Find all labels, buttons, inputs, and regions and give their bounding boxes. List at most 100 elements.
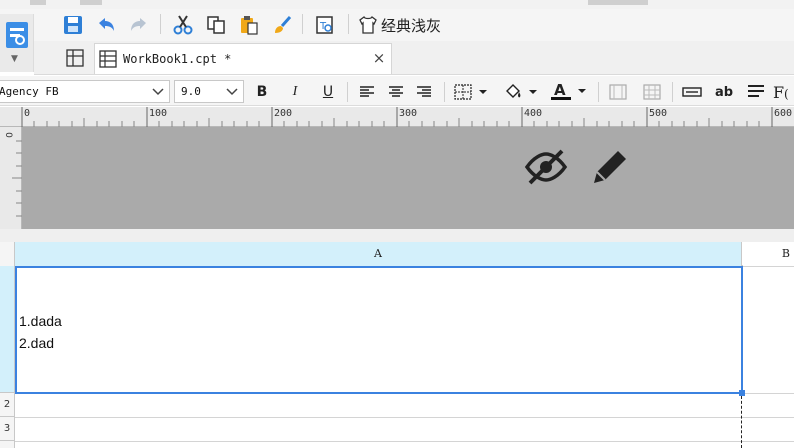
preview-button[interactable]: T xyxy=(312,12,338,38)
grid-line xyxy=(15,417,794,418)
theme-style-label: 经典浅灰 xyxy=(381,16,442,35)
align-right-icon xyxy=(417,86,431,97)
align-center-button[interactable] xyxy=(384,80,408,104)
border-button[interactable] xyxy=(452,80,490,104)
redo-icon xyxy=(131,18,146,31)
grid-line xyxy=(743,393,794,394)
ruler-mark: 500 xyxy=(649,108,668,119)
align-left-icon xyxy=(360,86,374,97)
undo-icon xyxy=(99,18,114,31)
toolbar-separator xyxy=(302,14,303,34)
formula-icon: F( xyxy=(773,83,789,101)
font-size-select[interactable]: 9.0 xyxy=(174,80,244,103)
tab-label: WorkBook1.cpt * xyxy=(123,52,232,66)
pencil-icon[interactable] xyxy=(588,147,632,190)
redo-button[interactable] xyxy=(126,12,152,38)
textbox-icon xyxy=(682,87,702,97)
format-painter-button[interactable] xyxy=(269,12,295,38)
paste-icon xyxy=(241,16,258,35)
select-all-corner[interactable] xyxy=(0,242,15,266)
bold-button[interactable]: B xyxy=(250,80,274,104)
toolbar-separator xyxy=(598,82,599,102)
row-header-4[interactable] xyxy=(0,441,15,448)
paste-button[interactable] xyxy=(236,12,262,38)
align-center-icon xyxy=(389,86,403,97)
save-icon xyxy=(64,16,82,34)
font-color-icon: A xyxy=(551,82,586,100)
copy-button[interactable] xyxy=(203,12,229,38)
row-header-3[interactable]: 3 xyxy=(0,417,15,441)
shirt-icon xyxy=(359,16,377,34)
underline-button[interactable]: U xyxy=(316,80,340,104)
align-left-button[interactable] xyxy=(355,80,379,104)
close-icon[interactable]: × xyxy=(371,49,387,67)
ruler-mark: 300 xyxy=(399,108,418,119)
preview-icon: T xyxy=(316,16,333,34)
border-icon xyxy=(454,84,487,100)
toolbar-separator xyxy=(348,14,349,34)
toolbar-separator xyxy=(672,82,673,102)
new-workbook-button[interactable] xyxy=(62,46,88,70)
row-header-2[interactable]: 2 xyxy=(0,393,15,417)
cut-button[interactable] xyxy=(170,12,196,38)
chevron-down-icon xyxy=(221,81,243,102)
svg-text:F: F xyxy=(773,83,784,101)
ruler-mark: 600 xyxy=(774,108,793,119)
vertical-ruler: 0 xyxy=(0,127,22,229)
cell-a1[interactable]: 1.dada 2.dad xyxy=(15,266,743,394)
formula-button[interactable]: F( xyxy=(772,80,794,104)
insert-textbox-button[interactable] xyxy=(680,80,704,104)
theme-style-button[interactable]: 经典浅灰 xyxy=(358,12,441,38)
grid-add-icon xyxy=(66,49,84,67)
eye-off-icon[interactable] xyxy=(524,147,568,190)
save-button[interactable] xyxy=(60,12,86,38)
split-cells-button[interactable] xyxy=(640,80,664,104)
tab-workbook1[interactable]: WorkBook1.cpt * × xyxy=(94,43,392,74)
column-header-bar: A B xyxy=(0,242,794,266)
copy-icon xyxy=(207,16,225,34)
row-header-1[interactable] xyxy=(0,266,15,393)
toolbar-separator xyxy=(347,82,348,102)
fill-color-button[interactable] xyxy=(502,80,540,104)
merge-icon xyxy=(609,84,627,100)
title-strip xyxy=(0,0,794,9)
svg-text:(: ( xyxy=(784,87,789,101)
chevron-down-icon xyxy=(147,81,169,102)
app-logo-icon xyxy=(4,20,30,53)
split-icon xyxy=(643,84,661,100)
merge-cells-button[interactable] xyxy=(606,80,630,104)
brush-icon xyxy=(275,16,292,33)
horizontal-ruler: 0 100 200 300 400 500 600 xyxy=(0,107,794,127)
align-right-button[interactable] xyxy=(412,80,436,104)
fill-handle[interactable] xyxy=(739,390,745,396)
chevron-down-icon: ▼ xyxy=(11,54,18,64)
ruler-mark: 0 xyxy=(24,108,31,119)
cell-text-line: 2.dad xyxy=(19,335,55,351)
font-size-value: 9.0 xyxy=(181,85,201,98)
body-canvas[interactable] xyxy=(22,127,794,229)
toolbar-separator xyxy=(444,82,445,102)
list-icon xyxy=(748,85,764,97)
app-menu-button[interactable]: ▼ xyxy=(0,14,34,72)
grid-line xyxy=(743,266,794,267)
font-family-select[interactable]: Agency FB xyxy=(0,80,170,103)
column-header-b[interactable]: B xyxy=(743,242,794,266)
grid-line xyxy=(15,441,794,442)
undo-button[interactable] xyxy=(93,12,119,38)
section-divider xyxy=(0,229,794,242)
italic-button[interactable]: I xyxy=(283,80,307,104)
column-header-a[interactable]: A xyxy=(15,242,742,266)
workbook-icon xyxy=(99,50,117,71)
cell-a1-content: 1.dada 2.dad xyxy=(19,310,62,354)
scissors-icon xyxy=(173,15,193,35)
page-break-line xyxy=(741,396,742,448)
text-wrap-button[interactable] xyxy=(744,80,768,104)
text-format-button[interactable]: ab xyxy=(712,80,736,104)
cell-text-line: 1.dada xyxy=(19,313,62,329)
font-family-value: Agency FB xyxy=(0,85,59,98)
paint-bucket-icon xyxy=(506,84,537,98)
ruler-mark: 200 xyxy=(274,108,293,119)
ruler-mark: 400 xyxy=(524,108,543,119)
ruler-mark: 100 xyxy=(149,108,168,119)
font-color-button[interactable]: A xyxy=(548,80,588,104)
